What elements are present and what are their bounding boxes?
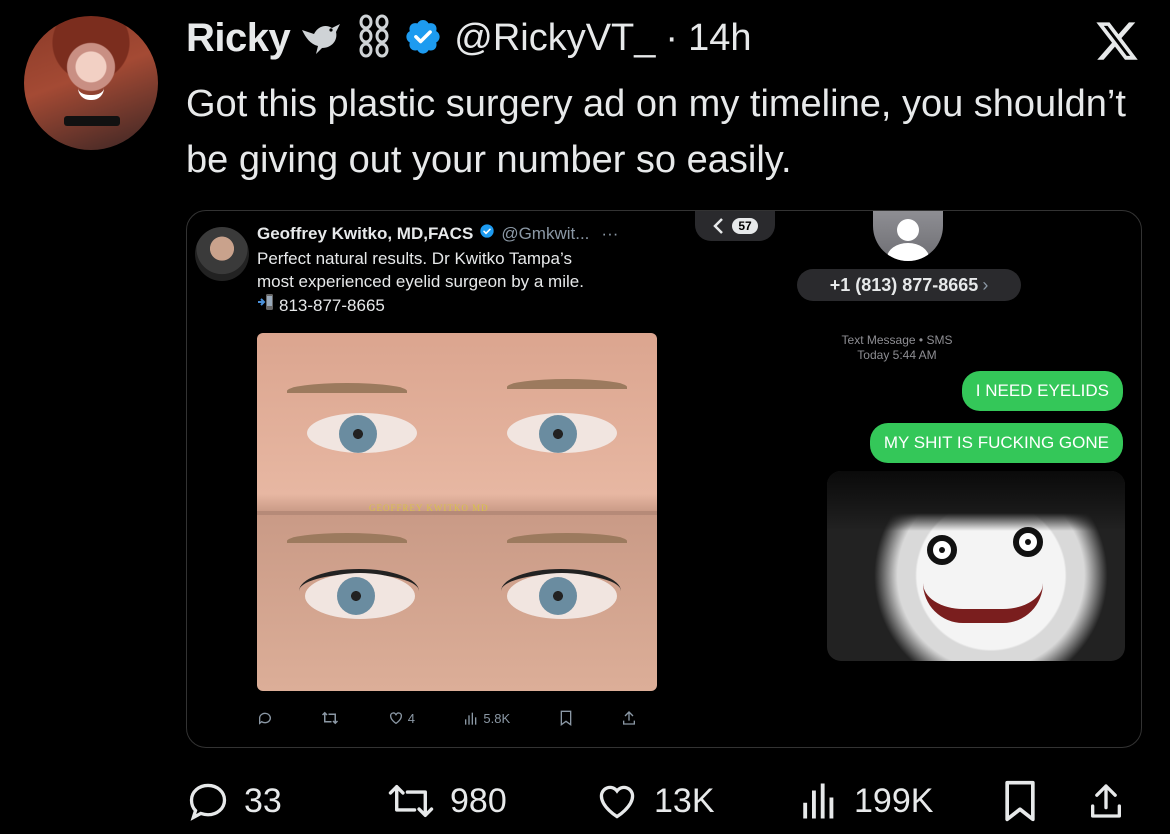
reply-count: 33 <box>244 781 282 820</box>
iris <box>339 415 377 453</box>
message-meta: Text Message • SMS Today 5:44 AM <box>807 333 987 363</box>
reply-icon <box>189 783 227 821</box>
before-after-eyes-photo: GEOFFREY KWITKO MD <box>257 333 657 691</box>
iris <box>337 577 375 615</box>
ad-author-handle: @Gmkwit... <box>501 223 590 243</box>
ad-author-name: Geoffrey Kwitko, MD,FACS <box>257 223 474 243</box>
contact-avatar-icon <box>873 211 943 261</box>
verified-badge-icon <box>404 17 442 60</box>
ad-heart-icon <box>389 712 402 725</box>
unread-count-badge: 57 <box>732 218 758 234</box>
ad-phone-number: 813-877-8665 <box>279 295 385 315</box>
message-type: Text Message • SMS <box>841 333 953 347</box>
eyebrow <box>507 379 627 395</box>
reply-button[interactable]: 33 <box>186 776 282 826</box>
separator-dot: · <box>665 16 679 59</box>
share-button[interactable] <box>1086 776 1126 826</box>
author-handle[interactable]: @RickyVT_ <box>454 17 655 60</box>
chain-emoji-icon <box>354 14 394 63</box>
tweet-text: Got this plastic surgery ad on my timeli… <box>186 83 1126 181</box>
sent-message-bubble: I NEED EYELIDS <box>961 371 1123 411</box>
ad-text-line: most experienced eyelid surgeon by a mil… <box>257 272 584 291</box>
iris <box>539 577 577 615</box>
eye <box>305 573 415 619</box>
ad-text-line: Perfect natural results. Dr Kwitko Tampa… <box>257 249 572 268</box>
eyebrow <box>287 533 407 549</box>
views-icon <box>803 783 834 819</box>
ad-verified-badge-icon <box>479 223 495 244</box>
author-avatar[interactable] <box>24 16 158 150</box>
meme-mouth <box>923 583 1043 623</box>
retweet-button[interactable]: 980 <box>386 776 507 826</box>
share-icon <box>1091 784 1121 818</box>
avatar-collar <box>64 116 120 126</box>
meme-eye <box>927 535 957 565</box>
ad-bookmark-icon <box>559 710 573 726</box>
ad-like-count: 4 <box>407 710 416 726</box>
bookmark-button[interactable] <box>1000 776 1040 826</box>
ad-action-bar: 4 5.8K <box>257 707 637 729</box>
ad-views: 5.8K <box>463 710 510 726</box>
chevron-right-icon: › <box>982 274 989 295</box>
contact-avatar-head <box>897 219 919 241</box>
views-button[interactable]: 199K <box>798 776 933 826</box>
avatar-smile <box>78 88 104 100</box>
photo-watermark: GEOFFREY KWITKO MD <box>369 503 489 513</box>
messages-back-button: 57 <box>695 211 775 241</box>
bookmark-icon <box>1005 780 1035 822</box>
message-time: Today 5:44 AM <box>857 348 937 362</box>
tweet-header: Ricky @RickyVT_ · 14h <box>186 12 751 64</box>
contact-number-pill: +1 (813) 877-8665 › <box>797 269 1021 301</box>
author-name[interactable]: Ricky <box>186 16 291 61</box>
eye <box>507 413 617 453</box>
heart-icon <box>599 785 635 819</box>
ad-tweet-header: Geoffrey Kwitko, MD,FACS @Gmkwit... ··· <box>257 223 618 244</box>
iris <box>539 415 577 453</box>
eyebrow <box>287 383 407 399</box>
meme-hair <box>827 471 1125 531</box>
meme-eye <box>1013 527 1043 557</box>
ad-author-avatar <box>195 227 249 281</box>
ad-phone-line: 813-877-8665 <box>257 293 647 317</box>
retweet-icon <box>388 785 434 817</box>
crow-emoji-icon <box>300 16 344 61</box>
screenshot-ad-tweet: Geoffrey Kwitko, MD,FACS @Gmkwit... ··· … <box>187 211 657 747</box>
x-logo-icon <box>1094 18 1140 64</box>
chevron-left-icon <box>713 218 724 234</box>
ad-views-icon <box>465 712 477 725</box>
view-count: 199K <box>854 781 934 820</box>
ad-like: 4 <box>388 710 415 726</box>
contact-avatar-body <box>887 243 929 261</box>
like-count: 13K <box>654 781 715 820</box>
phone-emoji-icon <box>257 293 275 317</box>
eye <box>507 573 617 619</box>
like-button[interactable]: 13K <box>594 776 715 826</box>
retweet-count: 980 <box>450 781 507 820</box>
ad-tweet-text: Perfect natural results. Dr Kwitko Tampa… <box>257 247 647 317</box>
eyebrow <box>507 533 627 549</box>
contact-number: +1 (813) 877-8665 <box>829 274 979 295</box>
sent-meme-image <box>827 471 1125 661</box>
sent-message-bubble: MY SHIT IS FUCKING GONE <box>869 423 1123 463</box>
ad-share-icon <box>621 710 637 726</box>
ad-more-icon: ··· <box>601 223 619 243</box>
tweet-timestamp[interactable]: 14h <box>688 17 751 60</box>
eye <box>307 413 417 453</box>
ad-reply-icon <box>257 710 273 726</box>
ad-retweet-icon <box>321 710 339 726</box>
ad-view-count: 5.8K <box>483 710 511 726</box>
tweet-media[interactable]: Geoffrey Kwitko, MD,FACS @Gmkwit... ··· … <box>186 210 1142 748</box>
tweet-action-bar: 33 980 13K 199K <box>186 776 1146 826</box>
